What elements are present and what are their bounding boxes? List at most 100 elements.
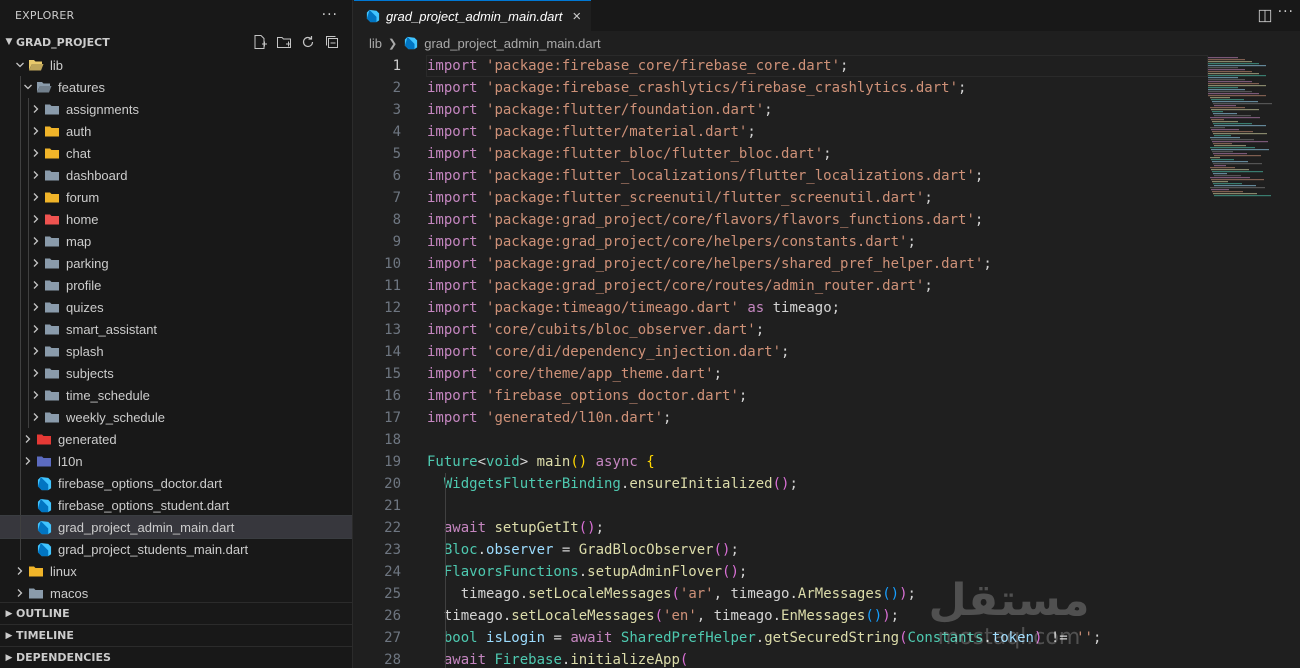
code-token: as xyxy=(747,300,765,316)
code-line[interactable]: 5 import 'package:flutter_bloc/flutter_bl… xyxy=(354,143,1300,165)
tree-folder[interactable]: smart_assistant xyxy=(0,318,352,340)
chevron-right-icon xyxy=(20,434,36,444)
tree-item-label: chat xyxy=(66,145,91,161)
code-line[interactable]: 19 Future<void> main() async { xyxy=(354,451,1300,473)
code-line[interactable]: 15 import 'core/theme/app_theme.dart'; xyxy=(354,363,1300,385)
tree-folder[interactable]: profile xyxy=(0,274,352,296)
tree-folder[interactable]: linux xyxy=(0,560,352,582)
section-outline[interactable]: ▶ OUTLINE xyxy=(0,602,352,624)
tree-folder[interactable]: dashboard xyxy=(0,164,352,186)
tree-folder[interactable]: parking xyxy=(0,252,352,274)
vertical-scrollbar[interactable] xyxy=(1286,55,1300,668)
tab-grad-project-admin-main[interactable]: grad_project_admin_main.dart × xyxy=(354,0,592,31)
code-line[interactable]: 14 import 'core/di/dependency_injection.d… xyxy=(354,341,1300,363)
tree-folder[interactable]: assignments xyxy=(0,98,352,120)
minimap-line xyxy=(1210,167,1235,169)
breadcrumb: lib ❯ grad_project_admin_main.dart xyxy=(354,31,1300,55)
code-line[interactable]: 22 await setupGetIt(); xyxy=(354,517,1300,539)
minimap[interactable] xyxy=(1206,55,1286,205)
code-token: ; xyxy=(958,80,967,96)
code-token: import xyxy=(427,300,478,316)
code-editor[interactable]: 1 import 'package:firebase_core/firebase_… xyxy=(354,55,1300,668)
tree-folder[interactable]: lib xyxy=(0,54,352,76)
refresh-icon[interactable] xyxy=(300,34,316,50)
code-text: import 'package:flutter_localizations/fl… xyxy=(427,168,983,184)
code-token: ; xyxy=(663,410,672,426)
code-line[interactable]: 26 timeago.setLocaleMessages('en', timea… xyxy=(354,605,1300,627)
tree-folder[interactable]: weekly_schedule xyxy=(0,406,352,428)
tree-folder[interactable]: auth xyxy=(0,120,352,142)
tree-folder[interactable]: subjects xyxy=(0,362,352,384)
tree-file[interactable]: firebase_options_student.dart xyxy=(0,494,352,516)
tree-folder[interactable]: macos xyxy=(0,582,352,604)
line-number: 21 xyxy=(384,498,401,514)
collapse-all-icon[interactable] xyxy=(324,34,340,50)
tree-folder[interactable]: home xyxy=(0,208,352,230)
tree-file[interactable]: grad_project_students_main.dart xyxy=(0,538,352,560)
close-icon[interactable]: × xyxy=(572,8,581,25)
breadcrumb-lib[interactable]: lib xyxy=(369,36,382,51)
tree-folder[interactable]: quizes xyxy=(0,296,352,318)
line-number: 24 xyxy=(384,564,401,580)
project-root[interactable]: ▼ GRAD_PROJECT xyxy=(0,30,352,54)
tree-folder[interactable]: splash xyxy=(0,340,352,362)
editor-more-icon[interactable]: ··· xyxy=(1278,4,1294,20)
code-line[interactable]: 10 import 'package:grad_project/core/help… xyxy=(354,253,1300,275)
minimap-line xyxy=(1212,101,1258,103)
breadcrumb-file[interactable]: grad_project_admin_main.dart xyxy=(424,36,600,51)
line-number: 17 xyxy=(384,410,401,426)
code-line[interactable]: 1 import 'package:firebase_core/firebase_… xyxy=(354,55,1300,77)
line-number: 27 xyxy=(384,630,401,646)
split-editor-icon[interactable] xyxy=(1258,8,1272,27)
code-line[interactable]: 21 xyxy=(354,495,1300,517)
code-line[interactable]: 18 xyxy=(354,429,1300,451)
code-line[interactable]: 9 import 'package:grad_project/core/helpe… xyxy=(354,231,1300,253)
code-line[interactable]: 4 import 'package:flutter/material.dart'; xyxy=(354,121,1300,143)
lib-folder-icon xyxy=(28,57,44,73)
code-line[interactable]: 13 import 'core/cubits/bloc_observer.dart… xyxy=(354,319,1300,341)
code-line[interactable]: 17 import 'generated/l10n.dart'; xyxy=(354,407,1300,429)
code-token: = xyxy=(553,542,579,558)
code-line[interactable]: 3 import 'package:flutter/foundation.dart… xyxy=(354,99,1300,121)
new-file-icon[interactable] xyxy=(252,34,268,50)
code-text: import 'package:timeago/timeago.dart' as… xyxy=(427,300,840,316)
tree-folder[interactable]: forum xyxy=(0,186,352,208)
code-line[interactable]: 7 import 'package:flutter_screenutil/flut… xyxy=(354,187,1300,209)
code-line[interactable]: 24 FlavorsFunctions.setupAdminFlover(); xyxy=(354,561,1300,583)
code-line[interactable]: 27 bool isLogin = await SharedPrefHelper… xyxy=(354,627,1300,649)
minimap-line xyxy=(1211,169,1249,171)
new-folder-icon[interactable] xyxy=(276,34,292,50)
code-token: ( xyxy=(671,586,680,602)
code-line[interactable]: 11 import 'package:grad_project/core/rout… xyxy=(354,275,1300,297)
tab-label: grad_project_admin_main.dart xyxy=(386,8,563,24)
code-token: import xyxy=(427,388,478,404)
minimap-line xyxy=(1208,85,1266,87)
code-line[interactable]: 16 import 'firebase_options_doctor.dart'; xyxy=(354,385,1300,407)
section-timeline[interactable]: ▶ TIMELINE xyxy=(0,624,352,646)
section-timeline-label: TIMELINE xyxy=(16,629,74,642)
tree-folder[interactable]: map xyxy=(0,230,352,252)
code-token: 'package:flutter/material.dart' xyxy=(486,124,748,140)
code-text: Bloc.observer = GradBlocObserver(); xyxy=(427,542,739,558)
code-line[interactable]: 6 import 'package:flutter_localizations/f… xyxy=(354,165,1300,187)
code-line[interactable]: 28 await Firebase.initializeApp( xyxy=(354,649,1300,668)
section-dependencies[interactable]: ▶ DEPENDENCIES xyxy=(0,646,352,668)
tree-file[interactable]: firebase_options_doctor.dart xyxy=(0,472,352,494)
explorer-more-icon[interactable]: ··· xyxy=(322,7,338,23)
minimap-line xyxy=(1212,131,1253,133)
tree-folder[interactable]: features xyxy=(0,76,352,98)
tree-folder[interactable]: time_schedule xyxy=(0,384,352,406)
tree-folder[interactable]: generated xyxy=(0,428,352,450)
tree-folder[interactable]: chat xyxy=(0,142,352,164)
code-line[interactable]: 25 timeago.setLocaleMessages('ar', timea… xyxy=(354,583,1300,605)
code-line[interactable]: 8 import 'package:grad_project/core/flavo… xyxy=(354,209,1300,231)
code-line[interactable]: 20 WidgetsFlutterBinding.ensureInitializ… xyxy=(354,473,1300,495)
code-line[interactable]: 12 import 'package:timeago/timeago.dart' … xyxy=(354,297,1300,319)
tree-folder[interactable]: l10n xyxy=(0,450,352,472)
code-line[interactable]: 2 import 'package:firebase_crashlytics/fi… xyxy=(354,77,1300,99)
tree-file[interactable]: grad_project_admin_main.dart xyxy=(0,515,352,539)
code-line[interactable]: 23 Bloc.observer = GradBlocObserver(); xyxy=(354,539,1300,561)
minimap-line xyxy=(1213,123,1252,125)
